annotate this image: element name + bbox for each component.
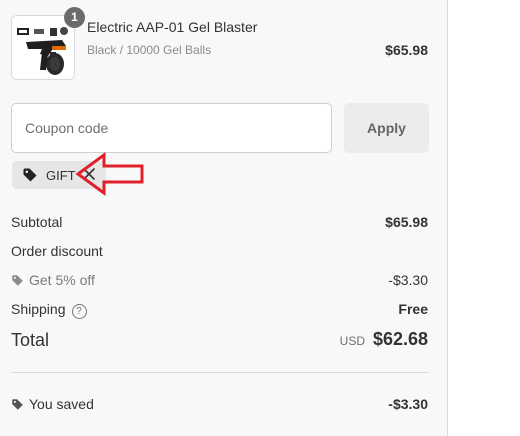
product-price: $65.98 (385, 42, 428, 58)
shipping-value: Free (398, 301, 428, 317)
discount-name: Get 5% off (29, 272, 95, 288)
coupon-code-input[interactable] (11, 103, 332, 153)
annotation-arrow-icon (75, 152, 144, 196)
total-currency: USD (339, 334, 365, 348)
help-icon[interactable]: ? (71, 304, 87, 319)
you-saved-label: You saved (29, 396, 94, 412)
product-name: Electric AAP-01 Gel Blaster (87, 19, 258, 35)
apply-coupon-button[interactable]: Apply (344, 103, 429, 153)
order-discount-label: Order discount (11, 243, 103, 259)
subtotal-value: $65.98 (385, 214, 428, 230)
you-saved-value: -$3.30 (388, 396, 428, 412)
you-saved-row: You saved -$3.30 (11, 396, 428, 412)
product-thumbnail (11, 15, 75, 80)
discount-line-row: Get 5% off -$3.30 (11, 272, 428, 288)
shipping-label: Shipping (11, 301, 66, 317)
total-label: Total (11, 330, 50, 350)
discount-value: -$3.30 (388, 272, 428, 288)
gel-blaster-image-icon (12, 16, 74, 79)
subtotal-row: Subtotal $65.98 (11, 214, 428, 230)
quantity-badge: 1 (64, 7, 85, 28)
subtotal-label: Subtotal (11, 214, 63, 230)
divider (11, 372, 429, 373)
shipping-row: Shipping? Free (11, 301, 428, 319)
order-discount-row: Order discount (11, 243, 428, 259)
tag-icon (12, 275, 23, 286)
order-summary-panel: 1 Electric AAP-01 Gel Blaster Black / 10… (0, 0, 448, 436)
total-amount: $62.68 (372, 329, 428, 349)
tag-icon (12, 399, 23, 410)
tag-icon (23, 168, 37, 182)
product-variant: Black / 10000 Gel Balls (87, 43, 212, 57)
applied-coupon-code: GIFT (46, 167, 76, 183)
